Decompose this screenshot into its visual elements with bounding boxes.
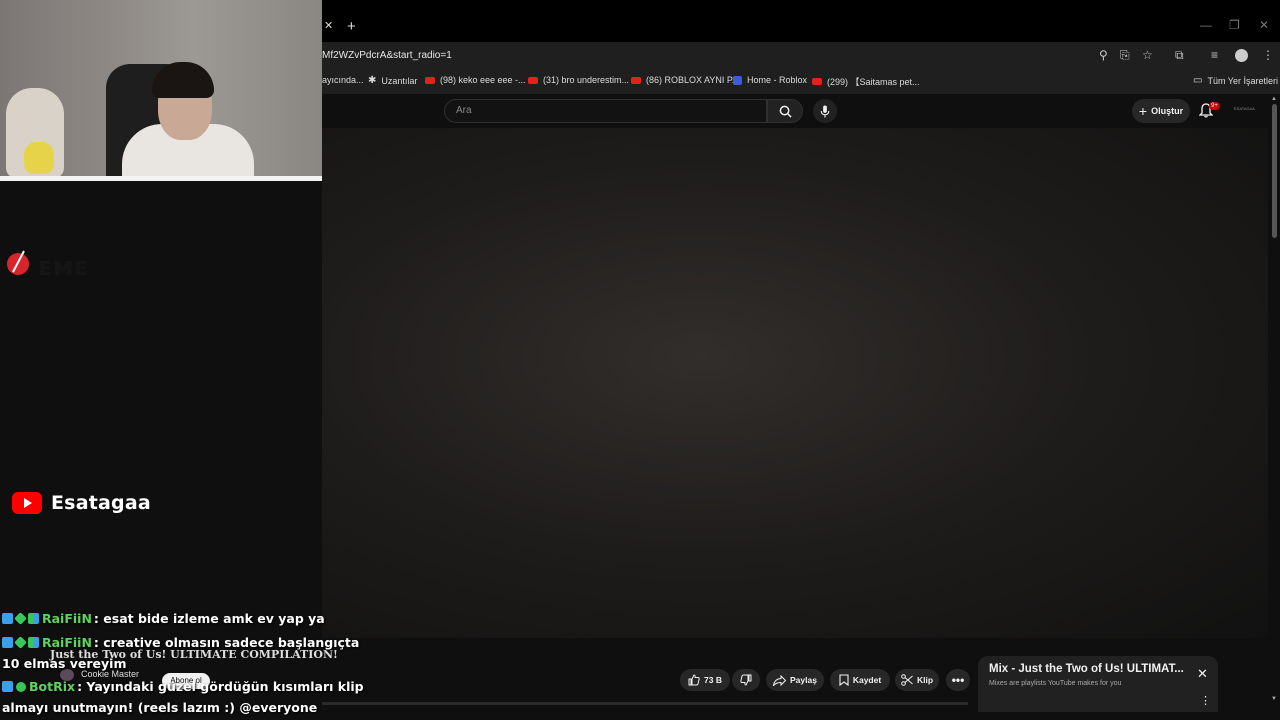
media-control-icon[interactable]: ≡ — [1211, 48, 1218, 62]
chat-message: RaiFiiN : esat bide izleme amk ev yap ya — [2, 611, 325, 626]
bookmark-item[interactable]: (31) bro underestim... — [528, 75, 629, 85]
webcam-overlay — [0, 0, 322, 181]
create-label: Oluştur — [1151, 106, 1184, 116]
chat-message-continuation: almayı unutmayın! (reels lazım :) @every… — [2, 700, 317, 715]
notification-count-badge: 9+ — [1209, 102, 1220, 110]
chat-badge-icon — [28, 637, 39, 648]
browser-menu-icon[interactable]: ⋮ — [1262, 48, 1274, 62]
chat-message-continuation: 10 elmas vereyim — [2, 656, 127, 671]
chat-text: 10 elmas vereyim — [2, 656, 127, 671]
zoom-icon[interactable]: ⚲ — [1099, 48, 1108, 62]
plus-icon: + — [1138, 103, 1148, 119]
bookmark-item[interactable]: ayıcında... — [322, 75, 364, 85]
scissors-icon — [901, 674, 913, 686]
extensions-icon[interactable]: ⧉ — [1175, 48, 1184, 63]
dislike-button[interactable] — [732, 669, 760, 691]
install-icon[interactable]: ⎘ — [1120, 48, 1130, 63]
folder-icon: ▭ — [1193, 75, 1203, 86]
chat-username: RaiFiiN — [42, 611, 92, 626]
minimize-icon[interactable]: — — [1200, 18, 1212, 32]
stream-logo-icon — [7, 250, 29, 275]
channel-overlay: Esatagaa — [12, 492, 151, 514]
roblox-icon — [733, 75, 742, 85]
chat-username: BotRix — [29, 679, 76, 694]
bookmark-item[interactable]: (98) keko eee eee -... — [425, 75, 526, 85]
voice-search-button[interactable] — [813, 99, 837, 123]
tab-close-icon[interactable]: ✕ — [324, 19, 336, 33]
bookmark-item[interactable]: ✱ Uzantılar — [368, 75, 417, 86]
search-icon — [779, 105, 792, 118]
like-count: 73 B — [704, 675, 722, 685]
thumbs-up-icon — [688, 674, 700, 686]
thumbs-down-icon — [740, 674, 752, 686]
microphone-icon — [820, 104, 830, 118]
search-button[interactable] — [767, 99, 803, 123]
chat-message: BotRix : Yayındaki güzel gördüğün kısıml… — [2, 679, 364, 694]
new-tab-icon[interactable]: + — [347, 18, 356, 35]
chat-badge-icon — [2, 681, 13, 692]
chat-badge-icon — [28, 613, 39, 624]
chat-badge-icon — [14, 636, 27, 649]
mix-playlist-panel[interactable]: Mix - Just the Two of Us! ULTIMAT... Mix… — [978, 656, 1218, 712]
create-button[interactable]: + Oluştur — [1132, 99, 1190, 123]
search-input[interactable]: Ara — [444, 99, 767, 123]
chat-text: : Yayındaki güzel gördüğün kısımları kli… — [77, 679, 364, 694]
chat-badge-icon — [14, 612, 27, 625]
stream-logo-watermark: ᴇᴍᴇ — [38, 252, 89, 282]
bookmark-item[interactable]: (86) ROBLOX AYNI P... — [631, 75, 739, 85]
scroll-down-icon[interactable]: ▼ — [1271, 696, 1277, 702]
more-horizontal-icon: ••• — [951, 673, 965, 687]
save-label: Kaydet — [852, 675, 882, 685]
account-avatar[interactable]: ESATAGAA — [1234, 106, 1255, 116]
chat-badge-icon — [16, 681, 26, 692]
channel-name: Esatagaa — [51, 492, 151, 514]
chat-text: : creative olmasın sadece başlangıçta — [93, 635, 360, 650]
chat-badge-icon — [2, 613, 13, 624]
video-player[interactable] — [322, 128, 1268, 638]
scrollbar-thumb[interactable] — [1272, 104, 1277, 238]
chat-text: : esat bide izleme amk ev yap ya — [93, 611, 325, 626]
like-button[interactable]: 73 B — [680, 669, 730, 691]
more-actions-button[interactable]: ••• — [946, 669, 970, 691]
bookmark-item[interactable]: Home - Roblox — [733, 75, 807, 85]
more-vertical-icon[interactable]: ⋮ — [1200, 694, 1211, 707]
chat-text: almayı unutmayın! (reels lazım :) @every… — [2, 700, 318, 715]
close-icon[interactable]: ✕ — [1197, 666, 1208, 682]
chat-badge-icon — [2, 637, 13, 648]
share-button[interactable]: Paylaş — [766, 669, 824, 691]
chat-message: RaiFiiN : creative olmasın sadece başlan… — [2, 635, 359, 650]
youtube-icon — [812, 78, 822, 85]
youtube-logo-icon — [12, 492, 42, 514]
scroll-up-icon[interactable]: ▲ — [1271, 96, 1277, 102]
bookmark-star-icon[interactable]: ☆ — [1142, 48, 1153, 62]
share-icon — [773, 674, 787, 686]
plush-toy-yellow — [24, 142, 54, 174]
profile-avatar-icon[interactable] — [1235, 49, 1248, 62]
youtube-icon — [425, 76, 435, 84]
save-button[interactable]: Kaydet — [830, 669, 890, 691]
youtube-icon — [631, 76, 641, 84]
clip-button[interactable]: Klip — [895, 669, 939, 691]
mix-subtitle: Mixes are playlists YouTube makes for yo… — [989, 680, 1122, 687]
share-label: Paylaş — [790, 675, 817, 685]
monitor-edge — [0, 176, 322, 181]
restore-icon[interactable]: ❐ — [1229, 18, 1240, 32]
search-placeholder: Ara — [456, 105, 472, 116]
clip-label: Klip — [916, 675, 934, 685]
youtube-icon — [528, 76, 538, 84]
window-close-icon[interactable]: ✕ — [1259, 18, 1269, 32]
bookmark-icon — [839, 674, 849, 686]
mix-title: Mix - Just the Two of Us! ULTIMAT... — [989, 663, 1184, 675]
url-field[interactable]: Mf2WZvPdcrA&start_radio=1 — [322, 50, 452, 61]
chat-username: RaiFiiN — [42, 635, 92, 650]
all-bookmarks[interactable]: ▭ Tüm Yer İşaretleri — [1193, 75, 1278, 86]
puzzle-icon: ✱ — [368, 75, 377, 86]
bookmark-item[interactable]: (299) 【Saitamas pet... — [812, 75, 920, 88]
video-progress-bar[interactable] — [322, 702, 968, 705]
